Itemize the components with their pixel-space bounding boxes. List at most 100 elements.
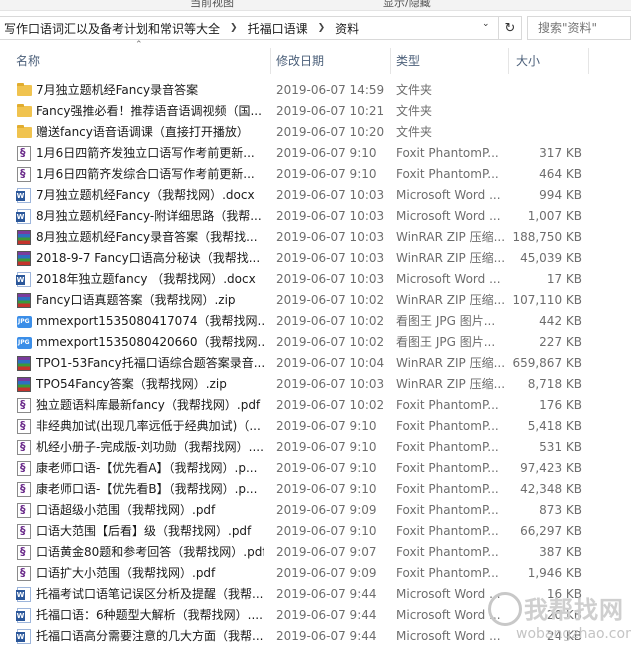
file-name: mmexport1535080417074（我帮找网...: [36, 314, 264, 328]
column-divider[interactable]: [588, 48, 589, 74]
file-row[interactable]: 独立题语料库最新fancy（我帮找网）.pdf 2019-06-07 10:02 F…: [0, 395, 631, 416]
file-row[interactable]: 口语黄金80题和参考回答（我帮找网）.pdf 2019-06-07 9:07 Fox…: [0, 542, 631, 563]
file-row[interactable]: 8月独立题机经Fancy-附详细思路（我帮... 2019-06-07 10:03…: [0, 206, 631, 227]
file-row[interactable]: 口语扩大小范围（我帮找网）.pdf 2019-06-07 9:09 Foxit Ph…: [0, 563, 631, 584]
word-doc-icon: [16, 188, 31, 203]
column-header-date[interactable]: 修改日期: [276, 48, 324, 74]
chevron-right-icon[interactable]: ❯: [224, 23, 244, 33]
breadcrumb-folder[interactable]: 托福口语课: [244, 20, 312, 37]
file-row[interactable]: TPO1-53Fancy托福口语综合题答案录音... 2019-06-07 10:…: [0, 353, 631, 374]
file-name: 赠送fancy语音语调课（直接打开播放）: [36, 125, 249, 139]
file-row[interactable]: 机经小册子-完成版-刘功勋（我帮找网）.... 2019-06-07 9:10 Fo…: [0, 437, 631, 458]
file-size: 66,297 KB: [520, 524, 582, 538]
winrar-archive-icon: [17, 356, 31, 371]
file-row[interactable]: 赠送fancy语音语调课（直接打开播放） 2019-06-07 10:20 文件夹: [0, 122, 631, 143]
file-row[interactable]: Fancy口语真题答案（我帮找网）.zip 2019-06-07 10:02 Win…: [0, 290, 631, 311]
file-type: WinRAR ZIP 压缩...: [396, 230, 506, 244]
file-row[interactable]: 7月独立题机经Fancy（我帮找网）.docx 2019-06-07 10:03 M…: [0, 185, 631, 206]
file-name: 托福口语高分需要注意的几大方面（我帮...: [36, 629, 264, 643]
folder-icon: [17, 125, 32, 138]
file-type: 看图王 JPG 图片...: [396, 335, 496, 349]
column-divider[interactable]: [270, 48, 271, 74]
file-date: 2019-06-07 9:10: [276, 461, 377, 475]
file-row[interactable]: Fancy强推必看！推荐语音语调视频（国... 2019-06-07 10:21 文…: [0, 101, 631, 122]
file-name: TPO54Fancy答案（我帮找网）.zip: [36, 377, 227, 391]
file-date: 2019-06-07 9:10: [276, 524, 377, 538]
file-size: 17 KB: [546, 272, 582, 286]
file-size: 1,946 KB: [527, 566, 582, 580]
history-dropdown-icon[interactable]: ⌄: [482, 19, 490, 29]
address-bar-row: 写作口语词汇以及备考计划和常识等大全 ❯ 托福口语课 ❯ 资料 ⌄ ↻: [0, 14, 631, 44]
file-name: 口语扩大小范围（我帮找网）.pdf: [36, 566, 216, 580]
file-row[interactable]: 口语超级小范围（我帮找网）.pdf 2019-06-07 9:09 Foxit Ph…: [0, 500, 631, 521]
pdf-file-icon: [17, 566, 31, 581]
file-date: 2019-06-07 10:04: [276, 356, 385, 370]
file-size: 873 KB: [539, 503, 582, 517]
winrar-archive-icon: [17, 377, 31, 392]
column-divider[interactable]: [390, 48, 391, 74]
ribbon-tab-show-hide[interactable]: 显示/隐藏: [383, 0, 431, 10]
file-date: 2019-06-07 9:09: [276, 503, 377, 517]
file-type: Foxit PhantomP...: [396, 461, 499, 475]
file-size: 227 KB: [539, 335, 582, 349]
file-row[interactable]: 8月独立题机经Fancy录音答案（我帮找... 2019-06-07 10:03 W…: [0, 227, 631, 248]
column-divider[interactable]: [508, 48, 509, 74]
file-size: 8,718 KB: [527, 377, 582, 391]
ribbon-tab-current-view[interactable]: 当前视图: [190, 0, 234, 10]
file-row[interactable]: 1月6日四箭齐发综合口语写作考前更新... 2019-06-07 9:10 Foxi…: [0, 164, 631, 185]
file-row[interactable]: 1月6日四箭齐发独立口语写作考前更新... 2019-06-07 9:10 Foxi…: [0, 143, 631, 164]
file-type: WinRAR ZIP 压缩...: [396, 251, 506, 265]
file-date: 2019-06-07 10:03: [276, 209, 385, 223]
column-header-size[interactable]: 大小: [516, 48, 540, 74]
file-type: Foxit PhantomP...: [396, 167, 499, 181]
pdf-file-icon: [17, 503, 31, 518]
file-name: 口语大范围【后看】级（我帮找网）.pdf: [36, 524, 252, 538]
file-name: 机经小册子-完成版-刘功勋（我帮找网）....: [36, 440, 264, 454]
jpg-image-icon: [17, 337, 32, 349]
file-date: 2019-06-07 10:02: [276, 398, 385, 412]
jpg-image-icon: [17, 316, 32, 328]
word-doc-icon: [16, 587, 31, 602]
file-row[interactable]: 口语大范围【后看】级（我帮找网）.pdf 2019-06-07 9:10 Foxit…: [0, 521, 631, 542]
file-name: Fancy口语真题答案（我帮找网）.zip: [36, 293, 236, 307]
search-box[interactable]: [527, 16, 631, 40]
file-row[interactable]: 2018年独立题fancy （我帮找网）.docx 2019-06-07 10:0…: [0, 269, 631, 290]
file-row[interactable]: 7月独立题机经Fancy录音答案 2019-06-07 14:59 文件夹: [0, 80, 631, 101]
file-type: Foxit PhantomP...: [396, 482, 499, 496]
file-row[interactable]: 2018-9-7 Fancy口语高分秘诀（我帮找... 2019-06-07 10…: [0, 248, 631, 269]
file-date: 2019-06-07 10:03: [276, 272, 385, 286]
file-size: 176 KB: [539, 398, 582, 412]
file-date: 2019-06-07 10:03: [276, 188, 385, 202]
file-size: [510, 80, 582, 101]
file-row[interactable]: 非经典加试(出现几率远低于经典加试)（... 2019-06-07 9:10 Fox…: [0, 416, 631, 437]
file-date: 2019-06-07 10:03: [276, 230, 385, 244]
pdf-file-icon: [17, 398, 31, 413]
file-type: Foxit PhantomP...: [396, 503, 499, 517]
file-name: 7月独立题机经Fancy录音答案: [36, 83, 199, 97]
chevron-right-icon[interactable]: ❯: [312, 23, 332, 33]
file-name: 8月独立题机经Fancy录音答案（我帮找...: [36, 230, 258, 244]
file-name: 7月独立题机经Fancy（我帮找网）.docx: [36, 188, 255, 202]
file-size: 188,750 KB: [512, 230, 582, 244]
file-type: Foxit PhantomP...: [396, 398, 499, 412]
file-name: mmexport1535080420660（我帮找网...: [36, 335, 264, 349]
file-size: 107,110 KB: [512, 293, 582, 307]
column-header-name[interactable]: 名称: [16, 48, 40, 74]
file-row[interactable]: mmexport1535080420660（我帮找网... 2019-06-07 …: [0, 332, 631, 353]
breadcrumb-current[interactable]: 资料: [331, 20, 363, 37]
file-date: 2019-06-07 9:44: [276, 587, 377, 601]
column-header-type[interactable]: 类型: [396, 48, 420, 74]
winrar-archive-icon: [17, 293, 31, 308]
address-bar[interactable]: 写作口语词汇以及备考计划和常识等大全 ❯ 托福口语课 ❯ 资料: [0, 16, 522, 40]
refresh-button[interactable]: ↻: [498, 16, 522, 40]
file-row[interactable]: mmexport1535080417074（我帮找网... 2019-06-07 …: [0, 311, 631, 332]
file-size: 42,348 KB: [520, 482, 582, 496]
file-row[interactable]: TPO54Fancy答案（我帮找网）.zip 2019-06-07 10:03 Wi…: [0, 374, 631, 395]
breadcrumb-parent[interactable]: 写作口语词汇以及备考计划和常识等大全: [0, 20, 224, 37]
file-date: 2019-06-07 10:02: [276, 293, 385, 307]
file-row[interactable]: 康老师口语-【优先看A】（我帮找网）.p... 2019-06-07 9:10 Fo…: [0, 458, 631, 479]
search-input[interactable]: [536, 20, 630, 36]
file-row[interactable]: 康老师口语-【优先看B】（我帮找网）.p... 2019-06-07 9:10 Fo…: [0, 479, 631, 500]
file-type: WinRAR ZIP 压缩...: [396, 377, 506, 391]
file-date: 2019-06-07 9:10: [276, 167, 377, 181]
